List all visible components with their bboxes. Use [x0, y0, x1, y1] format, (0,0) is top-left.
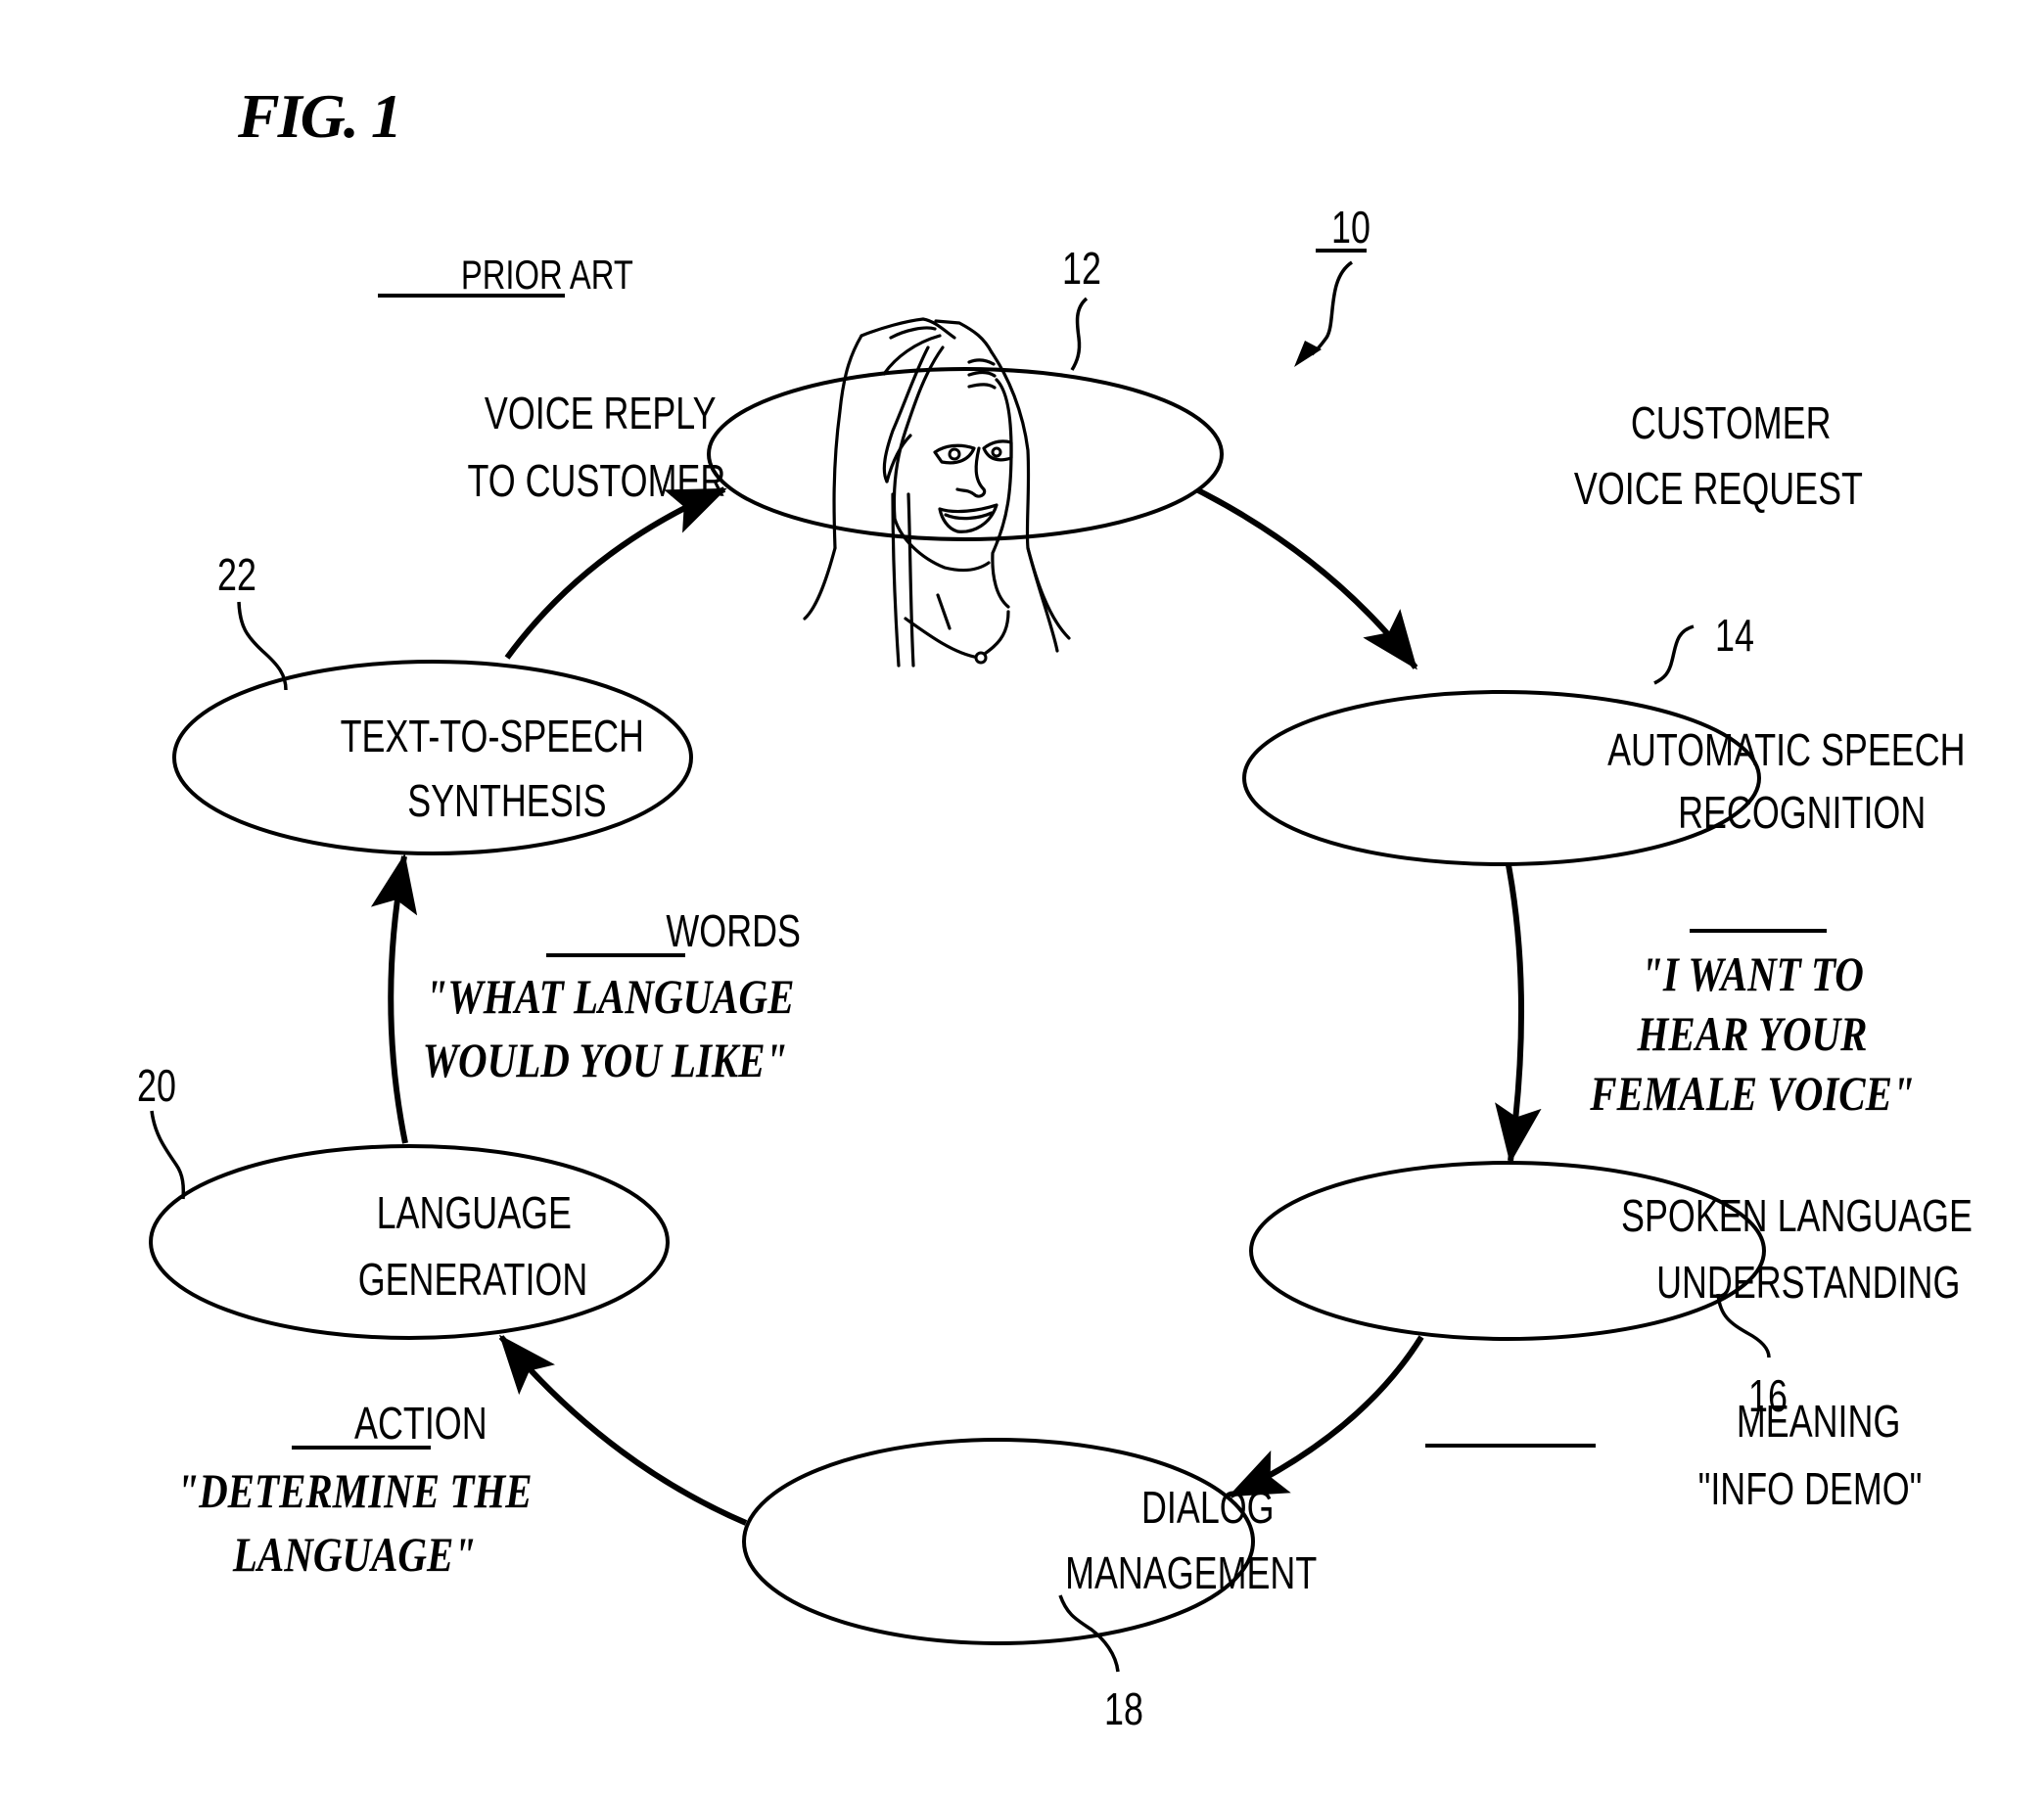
arrow-asr-to-slu: [1495, 864, 1542, 1164]
customer-ref-leader: [1070, 297, 1089, 371]
arrow-lg-to-tts: [370, 853, 418, 1144]
caption-customer-voice-request: CUSTOMER VOICE REQUEST: [1574, 398, 1863, 514]
dm-label-line1: DIALOG: [1141, 1483, 1275, 1533]
prior-art-label: PRIOR ART: [461, 252, 633, 298]
dm-label-line2: MANAGEMENT: [1065, 1548, 1317, 1598]
lg-words-heading: WORDS: [666, 906, 801, 956]
customer-ellipse: [707, 367, 1224, 541]
arrow-dm-to-lg: [498, 1334, 748, 1526]
voice-reply-line2: TO CUSTOMER: [467, 456, 725, 506]
customer-request-line1: CUSTOMER: [1631, 398, 1832, 448]
lg-ref-leader: [150, 1110, 186, 1200]
customer-request-line2: VOICE REQUEST: [1574, 464, 1863, 514]
slu-ellipse: [1249, 1161, 1766, 1341]
caption-voice-reply: VOICE REPLY TO CUSTOMER: [467, 389, 725, 506]
node-dm: DIALOG MANAGEMENT 18: [742, 1438, 1317, 1734]
tts-ref-leader: [237, 601, 288, 691]
system-ref-arrowhead: [1294, 341, 1322, 367]
tts-label-line2: SYNTHESIS: [407, 776, 606, 826]
dialog-system-diagram: FIG. 1 PRIOR ART 10 12 AUTOMATIC SPEECH …: [137, 81, 1973, 1734]
asr-label-line2: RECOGNITION: [1678, 788, 1926, 838]
slu-label-line1: SPOKEN LANGUAGE: [1621, 1191, 1973, 1241]
asr-ellipse: [1242, 690, 1761, 866]
lg-words-quote-line1: "WHAT LANGUAGE: [426, 969, 795, 1024]
slu-meaning-heading: MEANING: [1737, 1397, 1900, 1447]
asr-ref-leader: [1653, 624, 1695, 685]
slu-label-line2: UNDERSTANDING: [1656, 1258, 1960, 1308]
voice-reply-line1: VOICE REPLY: [485, 389, 717, 438]
asr-words-quote-line2: HEAR YOUR: [1637, 1006, 1868, 1061]
arrow-customer-to-asr: [1194, 486, 1418, 670]
arrow-slu-to-dm: [1228, 1335, 1424, 1498]
caption-asr-words: WORDS "I WANT TO HEAR YOUR FEMALE VOICE": [1589, 929, 1915, 1121]
node-lg: LANGUAGE GENERATION 20: [137, 1061, 670, 1340]
system-ref-number: 10: [1331, 203, 1370, 253]
arrow-tts-to-customer: [504, 486, 727, 660]
asr-label-line1: AUTOMATIC SPEECH: [1607, 725, 1965, 775]
asr-ref-number: 14: [1715, 611, 1754, 661]
node-tts: TEXT-TO-SPEECH SYNTHESIS 22: [172, 550, 693, 855]
caption-slu-meaning: MEANING "INFO DEMO": [1425, 1397, 1922, 1514]
dm-action-heading: ACTION: [354, 1399, 488, 1449]
dm-ellipse: [742, 1438, 1255, 1645]
customer-ref-number: 12: [1062, 244, 1101, 294]
lg-ref-number: 20: [137, 1061, 176, 1111]
lg-label-line1: LANGUAGE: [377, 1188, 572, 1238]
dm-ref-number: 18: [1104, 1684, 1143, 1734]
tts-ref-number: 22: [217, 550, 256, 600]
asr-words-quote-line1: "I WANT TO: [1641, 946, 1864, 1001]
lg-ellipse: [149, 1144, 670, 1340]
system-ref-leader: [1310, 260, 1354, 356]
lg-words-quote-line2: WOULD YOU LIKE": [423, 1033, 788, 1087]
node-customer: 12: [707, 244, 1224, 668]
system-reference: 10: [1294, 203, 1370, 367]
node-asr: AUTOMATIC SPEECH RECOGNITION 14: [1242, 611, 1966, 866]
figure-title: FIG. 1: [237, 81, 400, 151]
slu-meaning-quote: "INFO DEMO": [1698, 1464, 1923, 1514]
tts-label-line1: TEXT-TO-SPEECH: [341, 712, 644, 761]
node-slu: SPOKEN LANGUAGE UNDERSTANDING 16: [1249, 1161, 1973, 1421]
lg-label-line2: GENERATION: [358, 1255, 588, 1305]
caption-dm-action: ACTION "DETERMINE THE LANGUAGE": [176, 1399, 532, 1582]
asr-words-quote-line3: FEMALE VOICE": [1589, 1066, 1914, 1121]
dm-action-quote-line1: "DETERMINE THE: [176, 1463, 532, 1518]
caption-lg-words: WORDS "WHAT LANGUAGE WOULD YOU LIKE": [423, 906, 801, 1087]
dm-action-quote-line2: LANGUAGE": [232, 1527, 476, 1582]
